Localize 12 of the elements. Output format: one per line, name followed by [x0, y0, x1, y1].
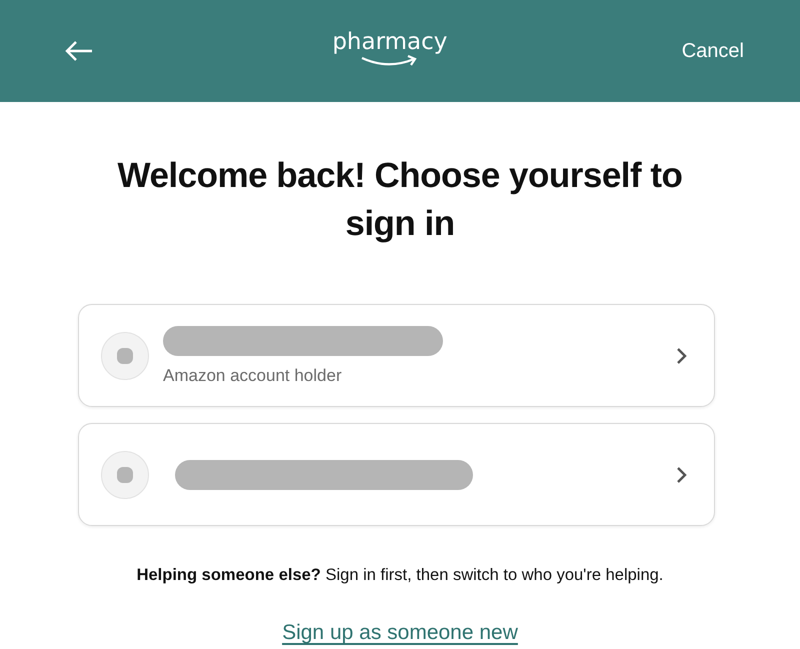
sign-up-link[interactable]: Sign up as someone new [282, 621, 518, 645]
page-title: Welcome back! Choose yourself to sign in [116, 155, 684, 245]
avatar-icon [101, 450, 149, 498]
cancel-button[interactable]: Cancel [682, 40, 744, 62]
back-arrow-icon [64, 40, 94, 62]
chevron-right-icon [676, 466, 688, 484]
profile-subtitle: Amazon account holder [163, 366, 343, 386]
logo-text: pharmacy [332, 29, 448, 55]
chevron-right-icon [676, 346, 688, 364]
helper-text: Helping someone else? Sign in first, then switch to who you're helping. [136, 566, 664, 585]
avatar-icon [101, 332, 149, 380]
profile-card[interactable]: Amazon account holder [78, 304, 715, 407]
